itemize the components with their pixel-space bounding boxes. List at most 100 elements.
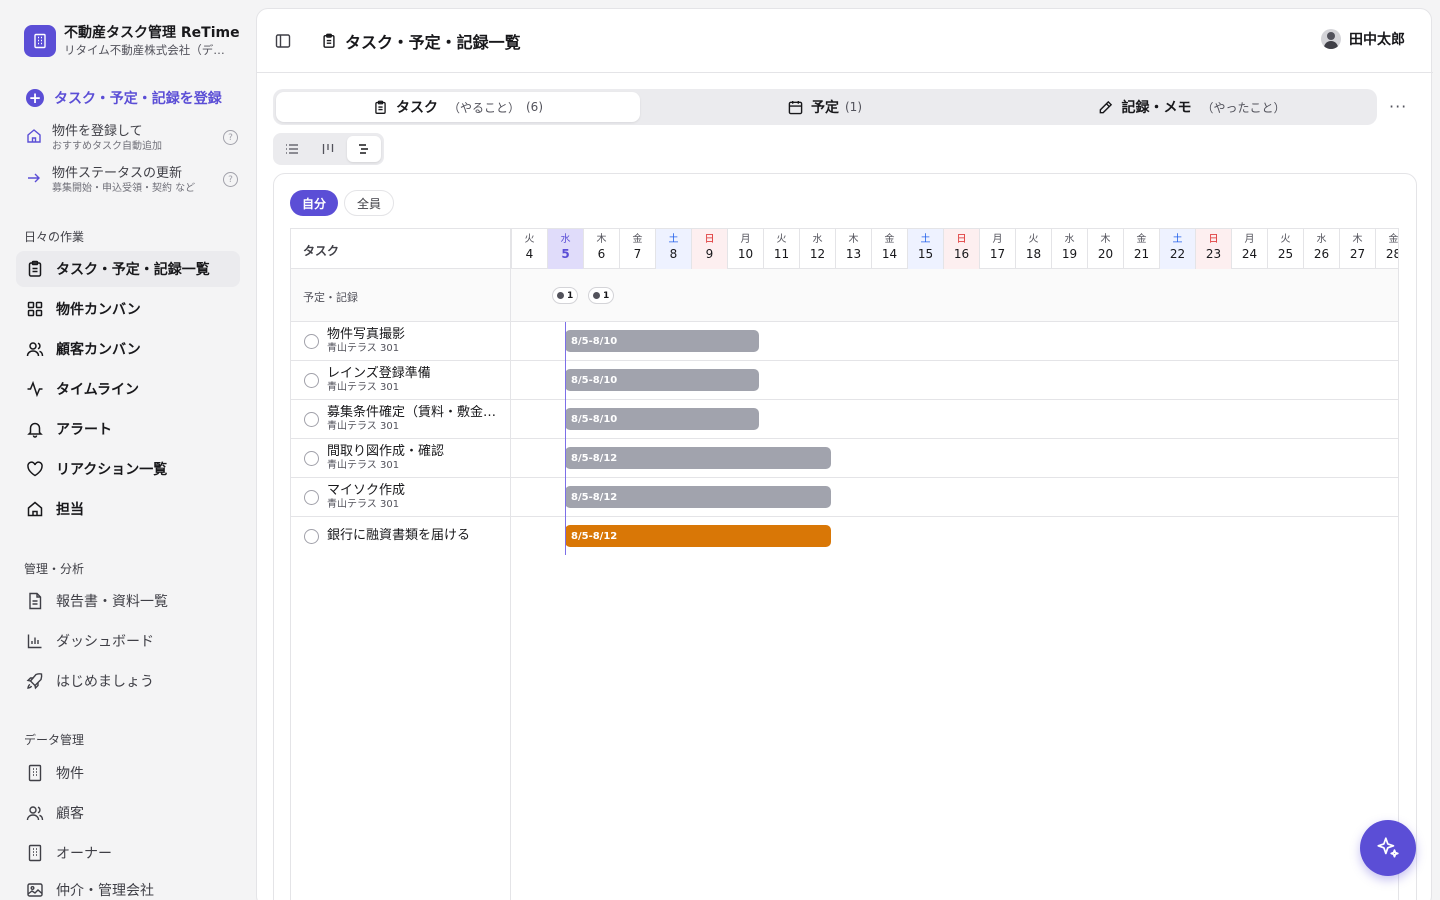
task-checkbox[interactable]: [304, 529, 319, 544]
task-row[interactable]: 間取り図作成・確認 青山テラス 301 8/5-8/12: [291, 439, 1398, 478]
day-weekday: 土: [920, 234, 931, 245]
day-column-header: 木 13: [835, 229, 871, 269]
sidebar-item-reports[interactable]: 報告書・資料一覧: [16, 583, 240, 619]
sidebar-item-customer-kanban[interactable]: 顧客カンバン: [16, 331, 240, 367]
update-status-helper[interactable]: 物件ステータスの更新 募集開始・申込受領・契約 など ?: [26, 166, 238, 195]
list-view-button[interactable]: [275, 136, 309, 162]
day-number: 26: [1313, 247, 1330, 261]
task-row[interactable]: マイソク作成 青山テラス 301 8/5-8/12: [291, 478, 1398, 517]
kanban-view-button[interactable]: [311, 136, 345, 162]
sidebar-item-timeline[interactable]: タイムライン: [16, 371, 240, 407]
help-icon[interactable]: ?: [223, 172, 238, 187]
sidebar-item-agencies[interactable]: 仲介・管理会社: [16, 872, 240, 900]
day-weekday: 火: [524, 234, 535, 245]
sidebar-item-label: はじめましょう: [56, 674, 154, 690]
tab-schedule[interactable]: 予定 (1): [643, 92, 1007, 122]
event-count: 1: [567, 290, 574, 301]
day-weekday: 火: [1280, 234, 1291, 245]
section-data-label: データ管理: [24, 733, 85, 747]
task-checkbox[interactable]: [304, 373, 319, 388]
building-icon: [24, 25, 56, 57]
sidebar-item-task-list[interactable]: タスク・予定・記録一覧: [16, 251, 240, 287]
day-number: 4: [525, 247, 534, 261]
task-row[interactable]: 物件写真撮影 青山テラス 301 8/5-8/10: [291, 322, 1398, 361]
calendar-icon: [788, 100, 803, 114]
day-column-header: 日 23: [1195, 229, 1231, 269]
brand[interactable]: 不動産タスク管理 ReTime リタイム不動産株式会社（デモ）: [24, 24, 240, 58]
filter-all-button[interactable]: 全員: [344, 190, 395, 216]
tab-records[interactable]: 記録・メモ （やったこと）: [1010, 92, 1374, 122]
event-count-chip[interactable]: 1: [552, 287, 579, 304]
task-name: マイソク作成: [327, 483, 406, 498]
task-bar[interactable]: 8/5-8/10: [565, 330, 759, 352]
day-weekday: 金: [1388, 234, 1399, 245]
register-property-helper[interactable]: 物件を登録して おすすめタスク自動追加 ?: [26, 124, 238, 153]
file-icon: [29, 592, 42, 610]
user-menu[interactable]: 田中太郎: [1321, 29, 1405, 49]
page-title: タスク・予定・記録一覧: [345, 33, 521, 52]
day-column-header: 月 10: [727, 229, 763, 269]
tab-label: 予定: [811, 100, 839, 116]
day-weekday: 土: [1172, 234, 1183, 245]
task-bar[interactable]: 8/5-8/12: [565, 525, 831, 547]
sidebar-item-alerts[interactable]: アラート: [16, 411, 240, 447]
task-property: 青山テラス 301: [327, 421, 400, 432]
gantt-icon: [359, 144, 368, 154]
view-toggle: [273, 133, 384, 165]
day-number: 14: [881, 247, 898, 261]
day-column-header: 金 14: [871, 229, 907, 269]
main-panel: タスク・予定・記録一覧 田中太郎 タスク （やること） (6) 予定 (1) 記…: [256, 8, 1433, 900]
sidebar-toggle-icon[interactable]: [275, 33, 291, 49]
sidebar-item-label: 担当: [56, 502, 84, 518]
ai-assistant-button[interactable]: [1360, 820, 1416, 876]
sidebar-item-customers[interactable]: 顧客: [16, 795, 240, 831]
gantt-view-button[interactable]: [347, 136, 381, 162]
task-checkbox[interactable]: [304, 451, 319, 466]
task-row[interactable]: レインズ登録準備 青山テラス 301 8/5-8/10: [291, 361, 1398, 400]
day-column-header: 火 18: [1015, 229, 1051, 269]
filter-self-button[interactable]: 自分: [290, 190, 339, 216]
rocket-icon: [26, 673, 43, 690]
day-number: 8: [669, 247, 678, 261]
task-bar[interactable]: 8/5-8/12: [565, 486, 831, 508]
tab-label: 記録・メモ: [1121, 100, 1192, 116]
clipboard-icon: [28, 260, 42, 277]
day-weekday: 木: [1100, 234, 1111, 245]
task-checkbox[interactable]: [304, 490, 319, 505]
day-column-header: 月 24: [1231, 229, 1267, 269]
day-column-header: 木6: [583, 229, 619, 269]
sidebar-item-properties[interactable]: 物件: [16, 755, 240, 791]
task-checkbox[interactable]: [304, 334, 319, 349]
sidebar-item-assignee[interactable]: 担当: [16, 491, 240, 527]
day-weekday: 火: [776, 234, 787, 245]
task-row[interactable]: 募集条件確定（賃料・敷金・礼金）青山テラス 301 8/5-8/10: [291, 400, 1398, 439]
day-weekday: 日: [956, 234, 967, 245]
sidebar-item-label: 顧客: [56, 806, 84, 822]
tab-tasks[interactable]: タスク （やること） (6): [276, 92, 640, 122]
sidebar-item-getting-started[interactable]: はじめましょう: [16, 663, 240, 699]
plus-icon: +: [26, 89, 44, 107]
task-bar[interactable]: 8/5-8/12: [565, 447, 831, 469]
register-button[interactable]: + タスク・予定・記録を登録: [26, 88, 222, 108]
sidebar-item-owners[interactable]: オーナー: [16, 835, 240, 871]
day-column-header: 日 16: [943, 229, 979, 269]
task-bar[interactable]: 8/5-8/10: [565, 369, 759, 391]
task-row[interactable]: 銀行に融資書類を届ける 8/5-8/12: [291, 517, 1398, 556]
sidebar-item-dashboard[interactable]: ダッシュボード: [16, 623, 240, 659]
day-weekday: 水: [1316, 234, 1327, 245]
day-weekday: 金: [632, 234, 643, 245]
day-weekday: 水: [1064, 234, 1075, 245]
day-number: 25: [1277, 247, 1294, 261]
day-column-header: 金 28: [1375, 229, 1399, 269]
more-options-button[interactable]: ···: [1389, 97, 1407, 116]
sidebar-item-property-kanban[interactable]: 物件カンバン: [16, 291, 240, 327]
event-count-chip[interactable]: 1: [588, 287, 615, 304]
sidebar-item-label: ダッシュボード: [56, 634, 154, 650]
day-weekday: 木: [848, 234, 859, 245]
task-bar[interactable]: 8/5-8/10: [565, 408, 759, 430]
day-number: 10: [737, 247, 754, 261]
help-icon[interactable]: ?: [223, 130, 238, 145]
task-checkbox[interactable]: [304, 412, 319, 427]
image-icon: [27, 883, 43, 897]
sidebar-item-reactions[interactable]: リアクション一覧: [16, 451, 240, 487]
